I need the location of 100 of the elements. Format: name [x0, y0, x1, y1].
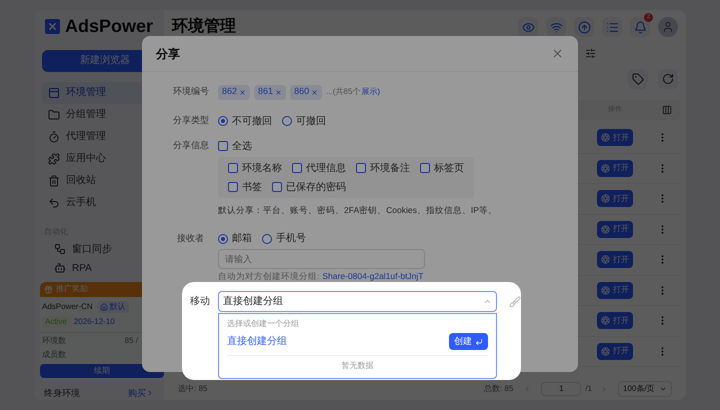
- field-label: 分享信息: [173, 139, 210, 152]
- checkbox[interactable]: [218, 141, 228, 151]
- wifi-icon: [550, 20, 562, 34]
- browser-icon: [601, 286, 610, 295]
- status-tag: Active: [42, 316, 70, 328]
- radio-button[interactable]: [282, 116, 292, 126]
- browser-icon: [601, 133, 610, 142]
- eye-button[interactable]: [518, 17, 538, 37]
- id-tag: 861: [254, 84, 286, 100]
- nav-item[interactable]: 分组管理: [42, 104, 156, 126]
- chevron-right-icon: [146, 389, 154, 398]
- buy-link[interactable]: 购买: [128, 386, 154, 400]
- radio-button[interactable]: [218, 116, 228, 126]
- checkbox-label: 标签页: [434, 162, 464, 176]
- show-link[interactable]: 展示): [361, 86, 380, 98]
- field-label: 环境编号: [173, 85, 210, 98]
- checkbox[interactable]: [292, 163, 302, 173]
- list-button[interactable]: [602, 17, 622, 37]
- nav-icon: [54, 262, 66, 274]
- group-name-link[interactable]: Share-0804-g2al1uf-btJnjT: [322, 270, 424, 282]
- filter-icon[interactable]: [585, 48, 596, 58]
- upload-icon: [578, 20, 590, 34]
- remove-icon[interactable]: [275, 88, 282, 96]
- bell-icon: [634, 20, 646, 34]
- checkbox-label: 全选: [232, 140, 252, 154]
- avatar[interactable]: [658, 17, 678, 37]
- total-count: 总数: 85: [484, 383, 514, 395]
- field-label: 移动: [189, 295, 211, 309]
- logo-icon: [45, 19, 60, 34]
- create-button[interactable]: 创建: [449, 333, 488, 350]
- eye-icon: [522, 20, 534, 34]
- field-label: 分享类型: [173, 114, 210, 128]
- nav-icon: [48, 86, 60, 98]
- user-silhouette-icon: [662, 21, 674, 33]
- checkbox[interactable]: [420, 163, 430, 173]
- nav-icon: [48, 108, 60, 120]
- create-option[interactable]: 直接创建分组: [227, 334, 287, 349]
- id-tag: 860: [290, 84, 322, 100]
- nav-icon: [54, 243, 66, 255]
- remove-icon[interactable]: [239, 88, 246, 96]
- checkbox[interactable]: [228, 163, 238, 173]
- open-button[interactable]: 打开: [597, 129, 633, 146]
- remove-icon[interactable]: [311, 88, 318, 96]
- expiry-date: 2026-12-10: [74, 316, 115, 328]
- id-tag: 862: [218, 84, 250, 100]
- nav-item[interactable]: 应用中心: [42, 148, 156, 170]
- browser-icon: [601, 255, 610, 264]
- tag-button[interactable]: [628, 69, 648, 89]
- empty-text: 暂无数据: [342, 360, 374, 372]
- open-button[interactable]: 打开: [597, 282, 633, 299]
- nav-item[interactable]: RPA: [42, 258, 156, 278]
- more-text: ...(共85个: [326, 86, 360, 98]
- open-button[interactable]: 打开: [597, 251, 633, 268]
- selected-count: 选中: 85: [178, 383, 208, 395]
- tag-icon: [632, 73, 644, 85]
- browser-icon: [601, 194, 610, 204]
- nav-icon: [48, 196, 60, 208]
- radio-button[interactable]: [262, 234, 272, 244]
- open-button[interactable]: 打开: [597, 190, 633, 208]
- page-input[interactable]: 1: [541, 382, 582, 396]
- nav-icon: [48, 130, 60, 142]
- columns-icon[interactable]: [662, 105, 672, 115]
- browser-icon: [601, 346, 610, 356]
- checkbox[interactable]: [228, 182, 238, 192]
- brush-icon[interactable]: [509, 296, 521, 308]
- checkbox[interactable]: [272, 182, 282, 192]
- upload-button[interactable]: [574, 17, 594, 37]
- checkbox-label: 环境名称: [242, 162, 282, 176]
- field-label: 接收者: [176, 232, 205, 245]
- refresh-button[interactable]: [658, 69, 678, 89]
- checkbox[interactable]: [356, 163, 366, 173]
- nav-item[interactable]: 窗口同步: [42, 240, 156, 258]
- checkbox-label: 环境备注: [370, 162, 410, 176]
- renew-button[interactable]: 续期: [40, 364, 164, 378]
- open-button[interactable]: 打开: [597, 312, 633, 330]
- logo-text: AdsPower: [65, 15, 154, 38]
- page-title: 环境管理: [172, 16, 236, 37]
- chevron-up-icon: [483, 297, 492, 306]
- nav-item[interactable]: 代理管理: [42, 126, 156, 148]
- move-select[interactable]: 直接创建分组: [218, 291, 497, 312]
- receiver-input[interactable]: 请输入: [218, 248, 425, 269]
- open-button[interactable]: 打开: [597, 342, 633, 360]
- browser-icon: [601, 316, 610, 326]
- nav-item[interactable]: 云手机: [42, 192, 156, 214]
- checkbox-label: 代理信息: [306, 162, 346, 176]
- gift-icon: [44, 284, 53, 294]
- radio-label: 手机号: [276, 232, 306, 246]
- radio-button[interactable]: [218, 234, 228, 244]
- radio-label: 邮箱: [232, 232, 252, 246]
- team-tag: 默认: [96, 300, 129, 312]
- group-hint: 自动为对方创建环境分组:: [218, 270, 320, 282]
- wifi-button[interactable]: [546, 17, 566, 37]
- open-button[interactable]: 打开: [597, 160, 633, 177]
- nav-item[interactable]: 回收站: [42, 170, 156, 192]
- close-icon[interactable]: [551, 47, 564, 60]
- enter-icon: [475, 338, 483, 346]
- open-button[interactable]: 打开: [597, 220, 633, 238]
- lifetime-label: 终身环境: [44, 386, 80, 400]
- radio-label: 可撤回: [296, 114, 326, 128]
- page-size-select[interactable]: 100条/页: [618, 381, 672, 397]
